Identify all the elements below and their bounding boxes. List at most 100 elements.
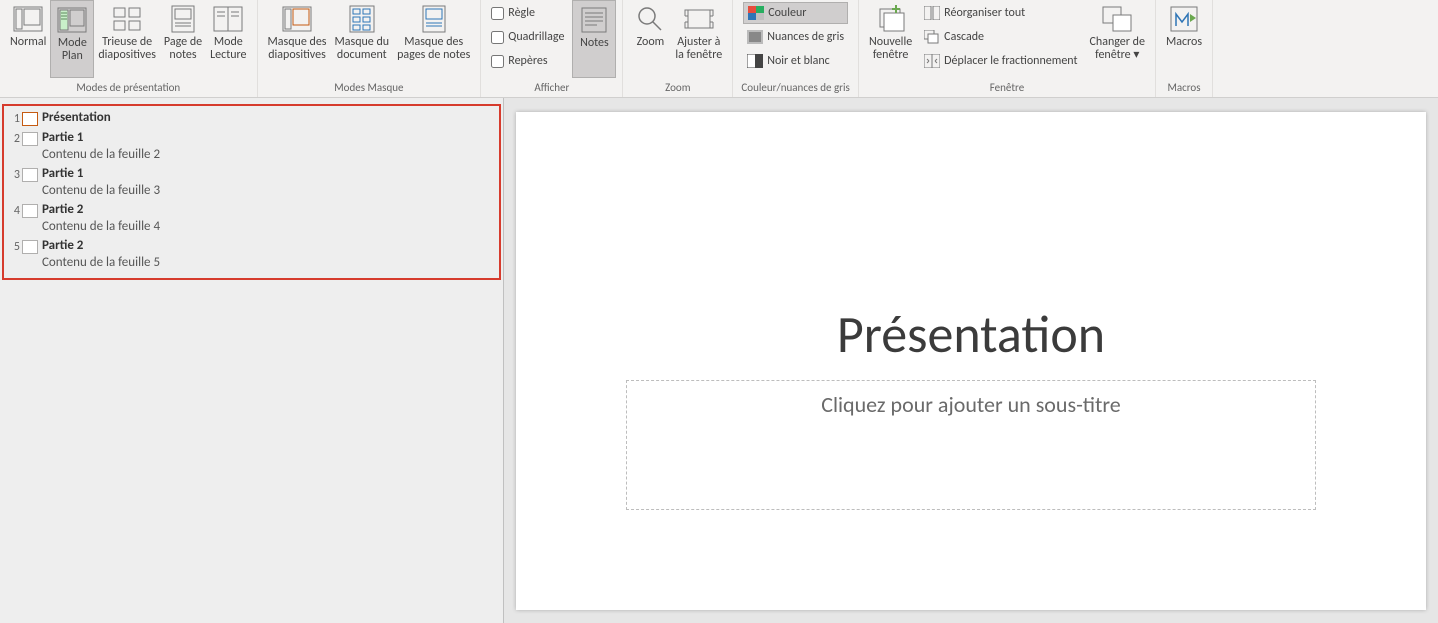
outline-item[interactable]: 2 Partie 1Contenu de la feuille 2 bbox=[8, 128, 495, 164]
cascade-icon bbox=[924, 29, 940, 45]
notes-page-label: Page de notes bbox=[164, 36, 202, 62]
notes-page-button[interactable]: Page de notes bbox=[160, 0, 206, 78]
guides-label: Repères bbox=[508, 54, 547, 68]
outline-item-number: 1 bbox=[8, 110, 20, 126]
arrange-all-label: Réorganiser tout bbox=[944, 6, 1025, 20]
outline-item-number: 2 bbox=[8, 130, 20, 146]
fit-window-label: Ajuster à la fenêtre bbox=[675, 36, 722, 62]
cascade-button[interactable]: Cascade bbox=[920, 26, 1081, 48]
switch-windows-label: Changer de fenêtre ▾ bbox=[1090, 36, 1145, 62]
guides-checkbox[interactable]: Repères bbox=[491, 50, 564, 72]
slide-thumb-icon bbox=[22, 204, 38, 218]
switch-windows-button[interactable]: Changer de fenêtre ▾ bbox=[1086, 0, 1149, 78]
outline-item-text: Partie 2 Contenu de la feuille 5 bbox=[42, 238, 495, 270]
slide-canvas[interactable]: Présentation Cliquez pour ajouter un sou… bbox=[516, 112, 1426, 610]
outline-item-text: Présentation bbox=[42, 110, 495, 125]
outline-item-title: Présentation bbox=[42, 110, 495, 125]
slide-sorter-button[interactable]: Trieuse de diapositives bbox=[94, 0, 160, 78]
notes-master-label: Masque des pages de notes bbox=[397, 36, 470, 62]
outline-item-number: 3 bbox=[8, 166, 20, 182]
notes-icon bbox=[577, 5, 611, 35]
group-macros: Macros Macros bbox=[1156, 0, 1213, 97]
group-show-label: Afficher bbox=[487, 79, 616, 97]
macros-icon bbox=[1167, 4, 1201, 34]
slide-master-label: Masque des diapositives bbox=[268, 36, 327, 62]
reading-view-icon bbox=[211, 4, 245, 34]
outline-item-title: Partie 1 bbox=[42, 130, 495, 145]
outline-view-icon bbox=[55, 5, 89, 35]
move-split-button[interactable]: Déplacer le fractionnement bbox=[920, 50, 1081, 72]
group-master-views-label: Modes Masque bbox=[334, 79, 403, 97]
cascade-label: Cascade bbox=[944, 30, 984, 44]
notes-master-button[interactable]: Masque des pages de notes bbox=[393, 0, 474, 78]
slide-title[interactable]: Présentation bbox=[516, 302, 1426, 366]
slide-sorter-icon bbox=[110, 4, 144, 34]
outline-view-button[interactable]: Mode Plan bbox=[50, 0, 94, 78]
outline-item[interactable]: 5Partie 2Contenu de la feuille 5 bbox=[8, 236, 495, 272]
outline-item[interactable]: 1 Présentation bbox=[8, 108, 495, 128]
outline-item-body: Contenu de la feuille 3 bbox=[42, 183, 495, 198]
group-presentation-views: Normal Mode Plan Trieuse de diapositives… bbox=[0, 0, 258, 97]
group-presentation-views-label: Modes de présentation bbox=[76, 79, 180, 97]
notes-toggle-button[interactable]: Notes bbox=[572, 0, 616, 78]
normal-view-label: Normal bbox=[10, 36, 46, 49]
switch-windows-icon bbox=[1100, 4, 1134, 34]
ruler-checkbox[interactable]: Règle bbox=[491, 2, 564, 24]
group-color-label: Couleur/nuances de gris bbox=[741, 79, 849, 97]
slide-thumb-icon bbox=[22, 112, 38, 126]
color-button[interactable]: Couleur bbox=[743, 2, 848, 24]
group-window: Nouvelle fenêtre Réorganiser tout Cascad… bbox=[859, 0, 1156, 97]
slide-thumb-icon bbox=[22, 132, 38, 146]
group-window-label: Fenêtre bbox=[990, 79, 1024, 97]
gridlines-checkbox[interactable]: Quadrillage bbox=[491, 26, 564, 48]
outline-item[interactable]: 3 Partie 1 Contenu de la feuille 3 bbox=[8, 164, 495, 200]
outline-highlight-box: 1Présentation2Partie 1Contenu de la feui… bbox=[2, 104, 501, 280]
fit-window-icon bbox=[682, 4, 716, 34]
handout-master-icon bbox=[345, 4, 379, 34]
move-split-label: Déplacer le fractionnement bbox=[944, 54, 1077, 68]
outline-view-label: Mode Plan bbox=[58, 37, 87, 63]
handout-master-button[interactable]: Masque du document bbox=[331, 0, 394, 78]
group-color: Couleur Nuances de gris Noir et blanc Co… bbox=[733, 0, 859, 97]
outline-item-text: Partie 1 Contenu de la feuille 3 bbox=[42, 166, 495, 198]
grayscale-button[interactable]: Nuances de gris bbox=[743, 26, 848, 48]
normal-view-button[interactable]: Normal bbox=[6, 0, 50, 78]
color-icon bbox=[748, 5, 764, 21]
zoom-button[interactable]: Zoom bbox=[629, 0, 671, 78]
ruler-label: Règle bbox=[508, 6, 535, 20]
macros-label: Macros bbox=[1166, 36, 1202, 49]
macros-button[interactable]: Macros bbox=[1162, 0, 1206, 78]
black-white-button[interactable]: Noir et blanc bbox=[743, 50, 848, 72]
fit-window-button[interactable]: Ajuster à la fenêtre bbox=[671, 0, 726, 78]
outline-pane[interactable]: 1Présentation2Partie 1Contenu de la feui… bbox=[0, 98, 504, 623]
slide-thumb-icon bbox=[22, 168, 38, 182]
reading-view-button[interactable]: Mode Lecture bbox=[206, 0, 250, 78]
arrange-all-icon bbox=[924, 5, 940, 21]
arrange-all-button[interactable]: Réorganiser tout bbox=[920, 2, 1081, 24]
slide-master-icon bbox=[280, 4, 314, 34]
group-master-views: Masque des diapositives Masque du docume… bbox=[258, 0, 482, 97]
outline-item[interactable]: 4Partie 2Contenu de la feuille 4 bbox=[8, 200, 495, 236]
zoom-label: Zoom bbox=[637, 36, 665, 49]
group-show: Règle Quadrillage Repères Notes Afficher bbox=[481, 0, 623, 97]
slide-subtitle-placeholder[interactable]: Cliquez pour ajouter un sous-titre bbox=[626, 380, 1316, 510]
outline-item-text: Partie 1Contenu de la feuille 2 bbox=[42, 130, 495, 162]
outline-item-body: Contenu de la feuille 4 bbox=[42, 219, 495, 234]
group-zoom-label: Zoom bbox=[665, 79, 690, 97]
move-split-icon bbox=[924, 53, 940, 69]
reading-view-label: Mode Lecture bbox=[210, 36, 246, 62]
outline-item-title: Partie 2 bbox=[42, 238, 495, 253]
color-label: Couleur bbox=[768, 6, 806, 20]
outline-item-number: 4 bbox=[8, 202, 20, 218]
slide-area: Présentation Cliquez pour ajouter un sou… bbox=[504, 98, 1438, 623]
group-macros-label: Macros bbox=[1167, 79, 1200, 97]
new-window-button[interactable]: Nouvelle fenêtre bbox=[865, 0, 916, 78]
new-window-icon bbox=[874, 4, 908, 34]
slide-master-button[interactable]: Masque des diapositives bbox=[264, 0, 331, 78]
new-window-label: Nouvelle fenêtre bbox=[869, 36, 912, 62]
outline-item-body: Contenu de la feuille 5 bbox=[42, 255, 495, 270]
slide-thumb-icon bbox=[22, 240, 38, 254]
outline-item-title: Partie 1 bbox=[42, 166, 495, 181]
bw-label: Noir et blanc bbox=[767, 54, 830, 68]
grayscale-icon bbox=[747, 29, 763, 45]
